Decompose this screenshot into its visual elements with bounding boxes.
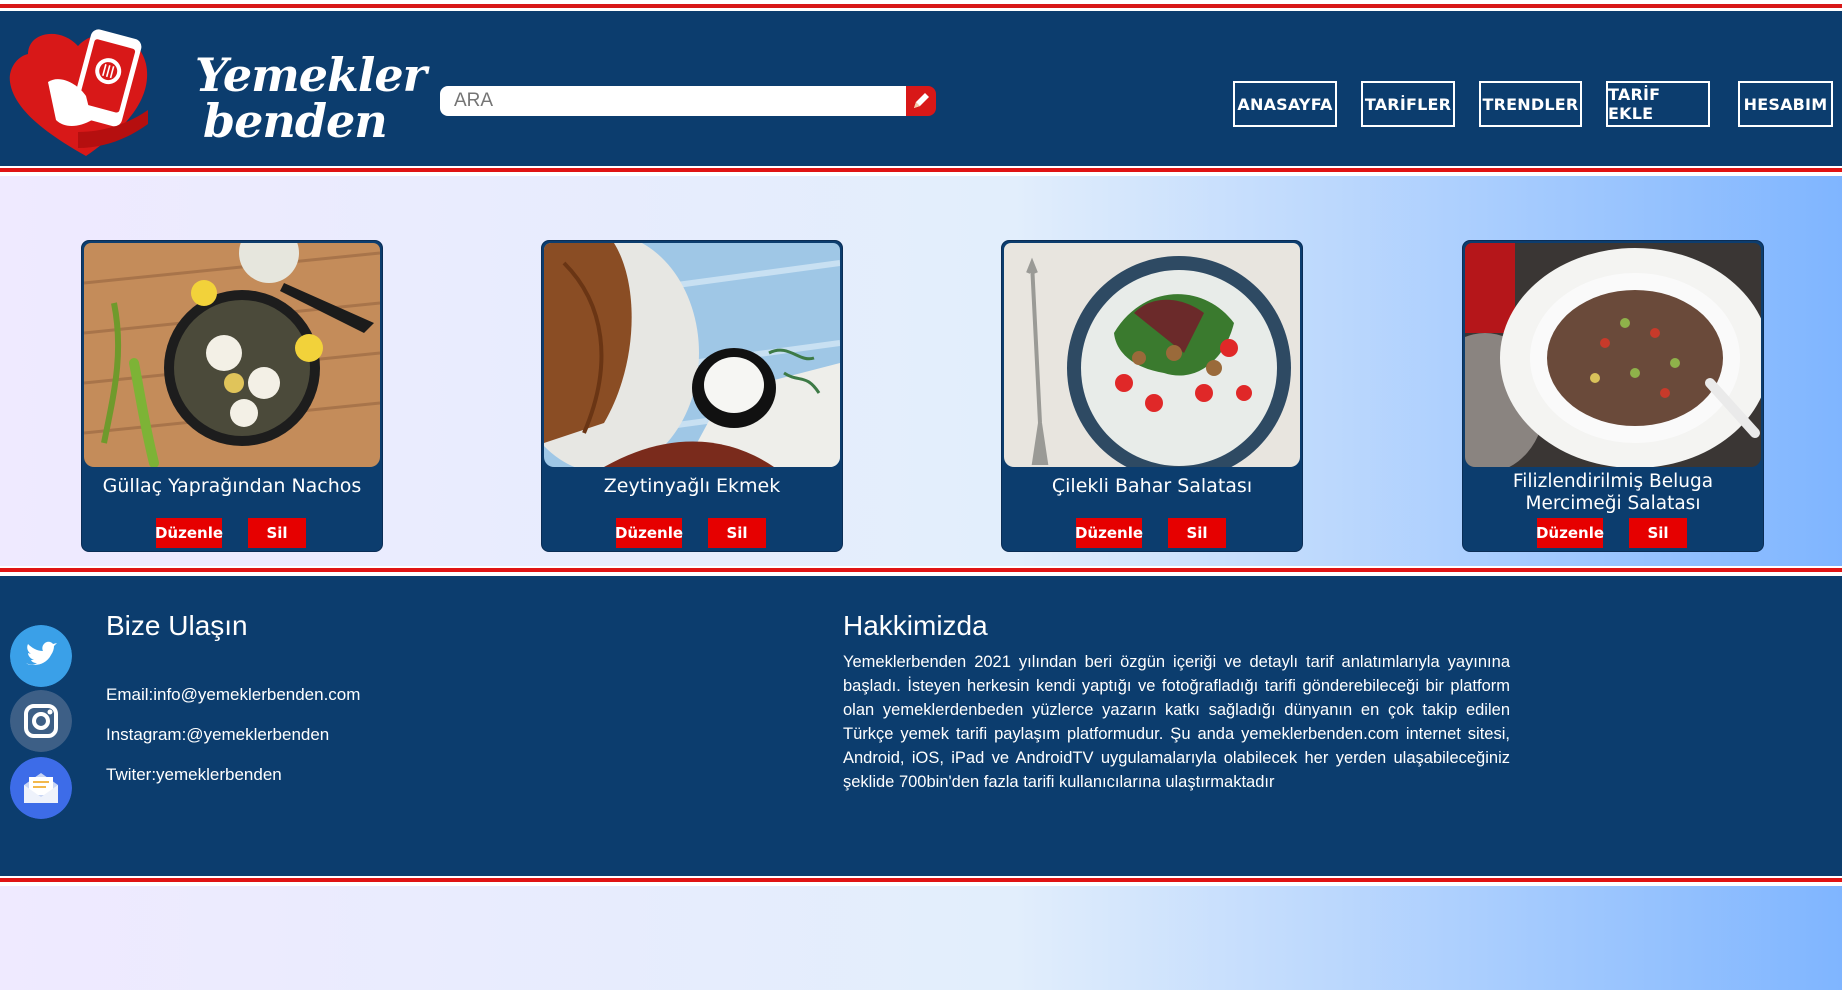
delete-button[interactable]: Sil (1629, 518, 1687, 548)
pencil-icon (914, 93, 929, 108)
nav-anasayfa[interactable]: ANASAYFA (1233, 81, 1337, 127)
about-heading: Hakkimizda (843, 610, 988, 641)
edit-button[interactable]: Düzenle (1075, 518, 1143, 548)
recipe-card[interactable]: Filizlendirilmiş Beluga Mercimeği Salata… (1462, 240, 1764, 552)
about-text: Yemeklerbenden 2021 yılından beri özgün … (843, 653, 1510, 791)
contact-instagram: Instagram:@yemeklerbenden (106, 725, 330, 744)
nav-tarifler[interactable]: TARİFLER (1361, 81, 1455, 127)
contact-heading: Bize Ulaşın (106, 610, 248, 641)
divider-stripe (0, 876, 1842, 886)
recipe-title[interactable]: Zeytinyağlı Ekmek (542, 475, 842, 498)
edit-button[interactable]: Düzenle (1536, 518, 1604, 548)
recipe-card[interactable]: Güllaç Yaprağından Nachos Düzenle Sil (81, 240, 383, 552)
recipe-card[interactable]: Çilekli Bahar Salatası Düzenle Sil (1001, 240, 1303, 552)
search-button[interactable] (906, 86, 936, 116)
nav-hesabim[interactable]: HESABIM (1738, 81, 1833, 127)
nav-trendler[interactable]: TRENDLER (1479, 81, 1582, 127)
nav-tarif-ekle[interactable]: TARİF EKLE (1606, 81, 1710, 127)
recipe-image[interactable] (1465, 243, 1761, 467)
top-stripe (0, 0, 1842, 16)
twitter-icon[interactable] (10, 625, 72, 687)
recipe-card[interactable]: Zeytinyağlı Ekmek Düzenle Sil (541, 240, 843, 552)
brand-line-2: benden (203, 94, 388, 148)
edit-button[interactable]: Düzenle (615, 518, 683, 548)
recipe-title[interactable]: Filizlendirilmiş Beluga Mercimeği Salata… (1463, 471, 1763, 515)
search-bar (440, 86, 936, 116)
logo-icon[interactable] (8, 24, 158, 164)
recipe-image[interactable] (544, 243, 840, 467)
recipe-title[interactable]: Çilekli Bahar Salatası (1002, 475, 1302, 498)
contact-email: Email:info@yemeklerbenden.com (106, 685, 361, 704)
divider-stripe (0, 566, 1842, 576)
edit-button[interactable]: Düzenle (155, 518, 223, 548)
brand-line-1: Yemekler (195, 48, 427, 102)
header: Yemekler benden ANASAYFA TARİFLER TRENDL… (0, 16, 1842, 166)
mail-icon[interactable] (10, 757, 72, 819)
delete-button[interactable]: Sil (248, 518, 306, 548)
divider-stripe (0, 166, 1842, 176)
recipe-image[interactable] (84, 243, 380, 467)
search-input[interactable] (440, 86, 910, 116)
contact-twitter: Twiter:yemeklerbenden (106, 765, 282, 784)
instagram-icon[interactable] (10, 690, 72, 752)
delete-button[interactable]: Sil (708, 518, 766, 548)
brand-logo-text[interactable]: Yemekler benden (195, 48, 427, 148)
recipe-image[interactable] (1004, 243, 1300, 467)
delete-button[interactable]: Sil (1168, 518, 1226, 548)
recipe-title[interactable]: Güllaç Yaprağından Nachos (82, 475, 382, 498)
